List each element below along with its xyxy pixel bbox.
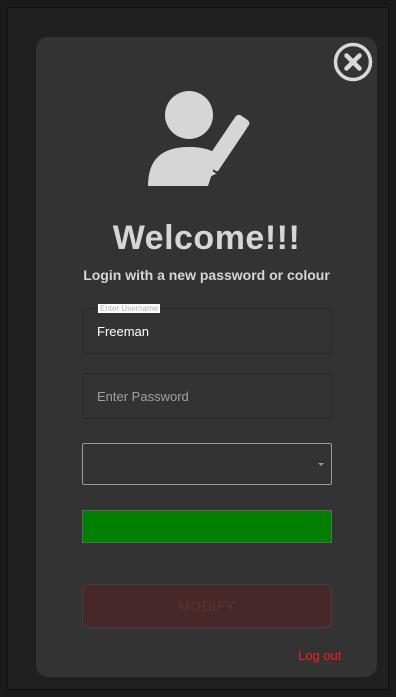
modify-button[interactable]: MODIFY [82, 584, 332, 628]
close-icon[interactable] [333, 42, 373, 82]
colour-swatch[interactable] [82, 510, 332, 543]
password-field [82, 373, 332, 419]
password-input[interactable] [83, 374, 331, 418]
username-label: Enter Username [98, 304, 161, 313]
caret-down-icon [318, 463, 324, 466]
username-input[interactable] [83, 309, 331, 353]
page-subtitle: Login with a new password or colour [83, 267, 330, 283]
page-title: Welcome!!! [112, 219, 301, 257]
user-edit-icon [148, 91, 250, 186]
colour-select[interactable] [82, 443, 332, 485]
username-field: Enter Username [82, 304, 332, 354]
login-card: Welcome!!! Login with a new password or … [36, 37, 377, 677]
logout-link[interactable]: Log out [298, 648, 341, 663]
app-window: Welcome!!! Login with a new password or … [7, 7, 389, 690]
